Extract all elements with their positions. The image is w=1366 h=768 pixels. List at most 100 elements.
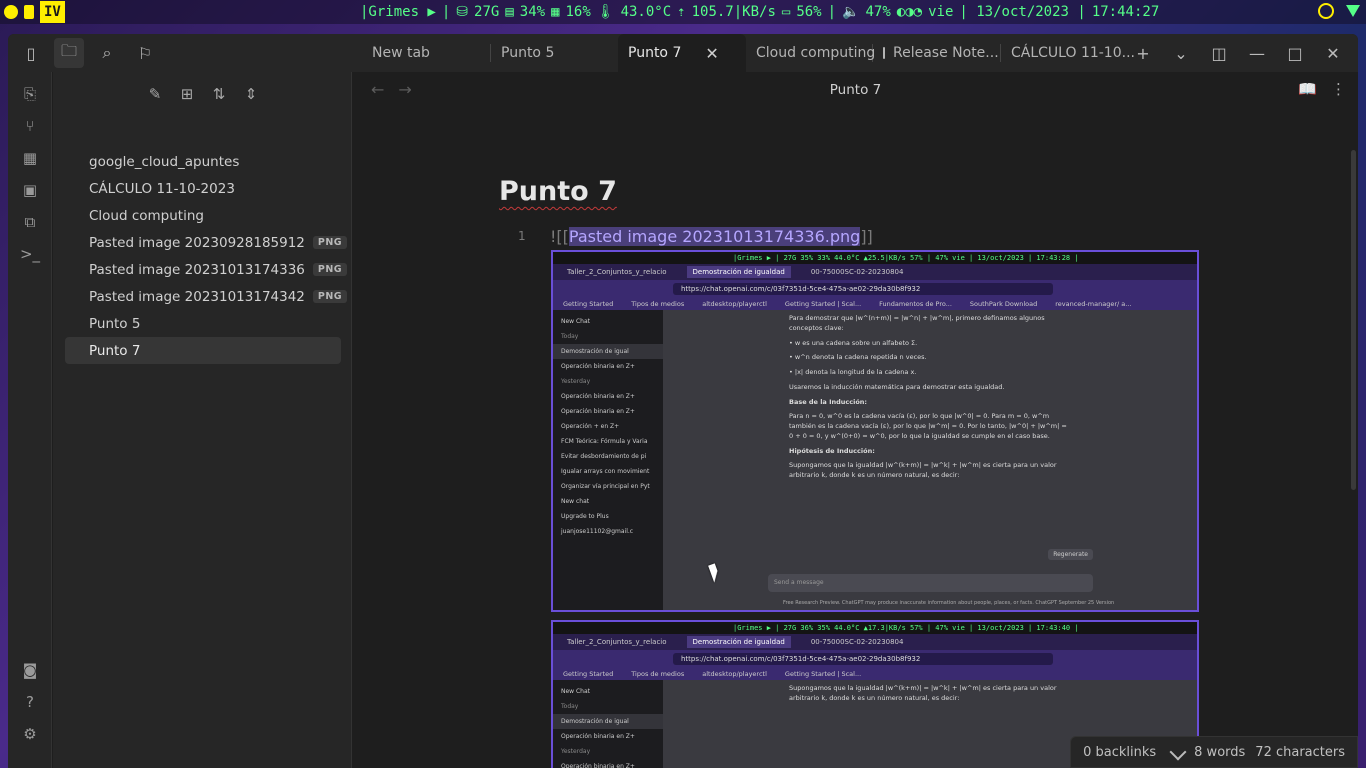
chevron-down-icon[interactable]: ⌄ <box>1162 38 1200 68</box>
embedded-bookmarks: Getting Started Tipos de medios altdeskt… <box>553 298 1197 310</box>
power-icon[interactable] <box>1318 3 1334 19</box>
tab-punto-7[interactable]: Punto 7 ✕ <box>618 34 746 72</box>
file-item[interactable]: Pasted image 20231013174342 PNG <box>65 283 348 310</box>
new-note-icon[interactable]: ✎ <box>143 82 167 106</box>
file-item[interactable]: CÁLCULO 11-10-2023 <box>65 175 341 202</box>
embedded-url: https://chat.openai.com/c/03f7351d-5ce4-… <box>673 653 1053 665</box>
line-number: 1 <box>518 229 526 243</box>
sort-icon[interactable]: ⇅ <box>207 82 231 106</box>
note-title[interactable]: Punto 7 <box>499 176 617 207</box>
tab-release-notes[interactable]: Release Note... <box>873 34 1000 72</box>
workspace-indicator[interactable]: IV <box>0 0 65 24</box>
minimize-icon[interactable]: — <box>1238 38 1276 68</box>
terminal-icon[interactable]: >_ <box>20 244 40 264</box>
tray-icons[interactable]: ◐◑◔ <box>897 4 922 20</box>
backlinks-count[interactable]: 0 backlinks <box>1083 745 1156 760</box>
embedded-url-bar: https://chat.openai.com/c/03f7351d-5ce4-… <box>553 280 1197 298</box>
workspace-label[interactable]: IV <box>40 1 65 23</box>
temperature: 43.0°C <box>620 4 672 20</box>
titlebar-right-controls: + ⌄ ◫ — □ ✕ <box>1124 34 1352 72</box>
battery-icon: ▭ <box>781 4 791 20</box>
edit-mode-icon[interactable] <box>1169 743 1187 761</box>
tab-cloud-computing[interactable]: Cloud computing <box>746 34 875 72</box>
tab-punto-5[interactable]: Punto 5 <box>491 34 618 72</box>
vault-switcher-icon[interactable]: ◙ <box>20 660 40 680</box>
document-icon <box>883 47 885 59</box>
embedded-side-item: Yesterday <box>561 378 591 385</box>
title-bar: ▯ 🗀 ⌕ ⚐ New tab Punto 5 Punto 7 ✕ Cloud c… <box>8 34 1358 72</box>
system-stats: |Grimes ▶ | ⛁ 27G ▤ 34% ▦ 16% 🌡 43.0°C ⇡… <box>360 0 1165 24</box>
new-tab-plus-icon[interactable]: + <box>1124 38 1162 68</box>
file-item[interactable]: Cloud computing <box>65 202 341 229</box>
embed-filename[interactable]: Pasted image 20231013174336.png <box>568 227 861 246</box>
tab-label: New tab <box>372 45 430 61</box>
embedded-paragraph: Supongamos que la igualdad |w^(k+m)| = |… <box>789 461 1057 479</box>
collapse-all-icon[interactable]: ⇕ <box>239 82 263 106</box>
tab-new-tab[interactable]: New tab <box>362 34 490 72</box>
embedded-bookmark: altdesktop/playerctl <box>702 300 767 308</box>
separator: | <box>827 4 837 20</box>
new-folder-icon[interactable]: ⊞ <box>175 82 199 106</box>
embedded-chat-sidebar: New Chat Today Demostración de igual Ope… <box>553 680 663 768</box>
embedded-bookmark: Getting Started <box>563 670 614 678</box>
more-options-icon[interactable]: ⋮ <box>1331 80 1346 98</box>
music-status[interactable]: |Grimes ▶ <box>360 4 436 20</box>
view-header-title[interactable]: Punto 7 <box>353 82 1358 98</box>
embedded-bookmark: Tipos de medios <box>631 300 685 308</box>
view-actions: 📖 ⋮ <box>1298 80 1346 98</box>
embedded-paragraph: Para n = 0, w^0 es la cadena vacía (ε), … <box>789 412 1067 440</box>
battery-level: 56% <box>796 4 822 20</box>
calendar-icon[interactable]: ▣ <box>20 180 40 200</box>
embedded-heading: Hipótesis de Inducción: <box>789 446 875 455</box>
embedded-paragraph: • |x| denota la longitud de la cadena x. <box>789 368 917 376</box>
maximize-icon[interactable]: □ <box>1276 38 1314 68</box>
graph-view-icon[interactable]: ⑂ <box>20 116 40 136</box>
music-note-icon <box>24 5 34 19</box>
file-item[interactable]: google_cloud_apuntes <box>65 148 341 175</box>
embedded-tab: 00-75000SC-02-20230804 <box>810 638 904 646</box>
file-item-active[interactable]: Punto 7 <box>65 337 341 364</box>
memory-usage: 34% <box>519 4 546 20</box>
split-view-icon[interactable]: ◫ <box>1200 38 1238 68</box>
templates-icon[interactable]: ⧉ <box>20 212 40 232</box>
tab-calculo[interactable]: CÁLCULO 11-10... <box>1001 34 1135 72</box>
bookmark-icon[interactable]: ⚐ <box>130 38 160 68</box>
open-quick-switcher-icon[interactable]: ⎘ <box>20 84 40 104</box>
embedded-side-item: Today <box>561 703 579 710</box>
embedded-side-item: Operación binaria en Z+ <box>561 393 635 400</box>
sidebar-toggle-icon[interactable]: ▯ <box>16 38 46 68</box>
volume-icon[interactable]: 🔈 <box>842 4 859 20</box>
embedded-side-item: Operación binaria en Z+ <box>561 363 635 370</box>
embedded-bookmark: SouthPark Download <box>969 300 1038 308</box>
embedded-image[interactable]: |Grimes ▶ | 27G 35% 33% 44.0°C ▲25.5|KB/… <box>551 250 1199 612</box>
tab-label: CÁLCULO 11-10... <box>1011 45 1135 61</box>
embed-link[interactable]: ![[Pasted image 20231013174336.png]] <box>550 227 873 246</box>
scrollbar[interactable] <box>1351 150 1356 490</box>
volume-level[interactable]: 47% <box>866 4 891 20</box>
file-item[interactable]: Pasted image 20230928185912 PNG <box>65 229 348 256</box>
settings-gear-icon[interactable]: ⚙ <box>20 724 40 744</box>
embedded-tab: Taller_2_Conjuntos_y_relacio <box>567 638 667 646</box>
wifi-icon[interactable] <box>1346 5 1360 17</box>
close-icon[interactable]: ✕ <box>1314 38 1352 68</box>
help-icon[interactable]: ? <box>20 692 40 712</box>
embedded-side-item: New Chat <box>561 318 591 325</box>
search-icon[interactable]: ⌕ <box>92 38 122 68</box>
embedded-side-item: New Chat <box>561 688 591 695</box>
file-item[interactable]: Punto 5 <box>65 310 341 337</box>
folder-icon[interactable]: 🗀 <box>54 38 84 68</box>
embedded-side-item: Operación + en Z+ <box>561 423 620 430</box>
embedded-browser-tabs: Taller_2_Conjuntos_y_relacio Demostració… <box>553 264 1197 280</box>
embedded-paragraph: Para demostrar que |w^(n+m)| = |w^n| + |… <box>789 314 1045 332</box>
embedded-heading: Base de la Inducción: <box>789 397 868 406</box>
file-item[interactable]: Pasted image 20231013174336 PNG <box>65 256 348 283</box>
embedded-side-item: Yesterday <box>561 748 591 755</box>
tab-label: Release Note... <box>893 45 999 61</box>
embedded-side-item: New chat <box>561 498 590 505</box>
close-tab-icon[interactable]: ✕ <box>705 44 718 63</box>
disk-icon: ⛁ <box>456 4 469 20</box>
embedded-bookmark: Tipos de medios <box>631 670 685 678</box>
canvas-icon[interactable]: ▦ <box>20 148 40 168</box>
reading-view-icon[interactable]: 📖 <box>1298 80 1317 98</box>
disk-usage: 27G <box>474 4 500 20</box>
